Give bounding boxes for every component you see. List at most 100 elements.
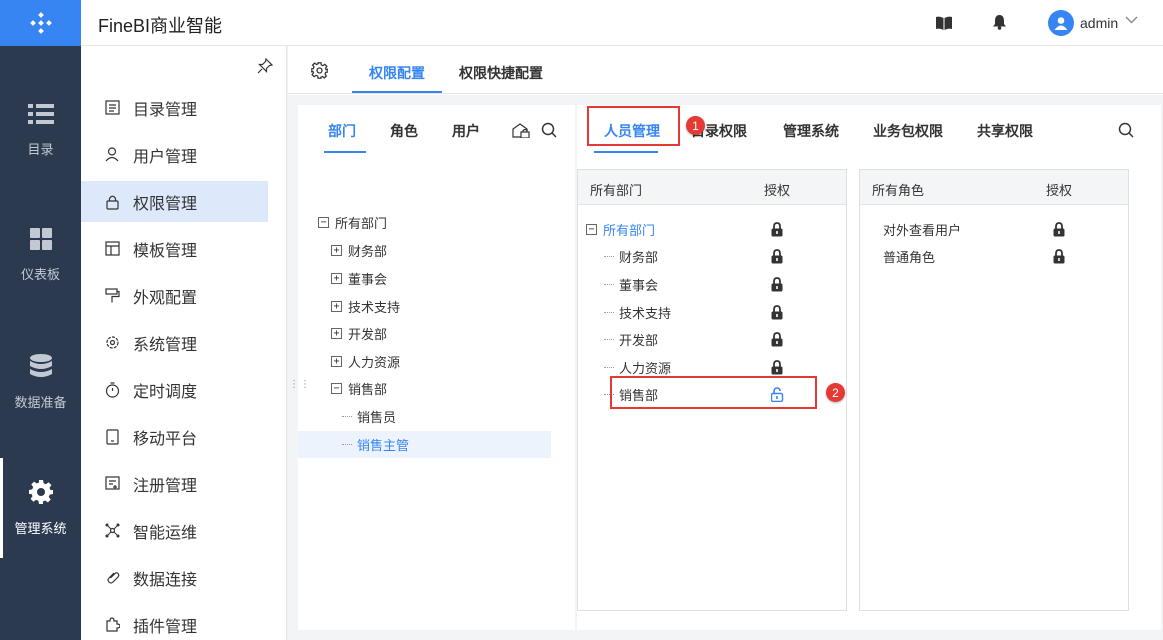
header-auth: 授权 [1046,183,1073,198]
menu-item-registration[interactable]: 注册管理 [81,463,268,504]
menu-item-data-connection[interactable]: 数据连接 [81,557,268,598]
subtab-underline [324,151,366,153]
tree-node-finance[interactable]: + 财务部 [298,237,551,264]
dept-row-dev[interactable]: 开发部 [604,326,658,353]
expand-toggle[interactable]: + [331,356,342,367]
menu-item-users[interactable]: 用户管理 [81,134,268,175]
tree-node-sales[interactable]: − 销售部 [298,375,551,402]
menu-label-users: 用户管理 [133,148,198,166]
tree-label: 销售员 [357,410,397,425]
nav-label-data-prep: 数据准备 [14,394,67,410]
menu-item-templates[interactable]: 模板管理 [81,228,268,269]
dept-row-finance[interactable]: 财务部 [604,243,658,270]
expand-toggle[interactable]: + [331,301,342,312]
avatar[interactable] [1048,10,1074,36]
tree-label: 销售部 [348,382,388,397]
menu-item-permissions[interactable]: 权限管理 [81,181,268,222]
role-row-external[interactable]: 对外查看用户 [883,216,961,243]
rtab-package-permission[interactable]: 业务包权限 [873,121,943,141]
dept-row-board[interactable]: 董事会 [604,271,658,298]
expand-toggle[interactable]: + [331,273,342,284]
menu-item-schedule[interactable]: 定时调度 [81,369,268,410]
tab-quick-config[interactable]: 权限快捷配置 [459,63,543,83]
settings-gear-icon[interactable] [311,62,328,79]
collapse-toggle[interactable]: − [318,217,329,228]
tree-connector [342,444,352,445]
menu-label-plugins: 插件管理 [133,618,198,636]
book-icon[interactable] [936,16,952,30]
tree-node-all[interactable]: − 所有部门 [298,209,551,236]
annotation-highlight-sales [610,376,817,409]
tree-connector [604,367,614,368]
dept-label: 董事会 [619,278,659,293]
nav-item-management[interactable]: 管理系统 [0,458,81,558]
role-label: 对外查看用户 [883,223,962,238]
tree-node-board[interactable]: + 董事会 [298,265,551,292]
lock-icon[interactable] [771,249,783,264]
lock-icon[interactable] [771,305,783,320]
user-icon [1054,17,1068,30]
rtab-underline [594,151,658,153]
tree-node-dev[interactable]: + 开发部 [298,320,551,347]
dept-label: 技术支持 [619,306,672,321]
annotation-highlight-personnel [587,106,680,146]
role-row-normal[interactable]: 普通角色 [883,243,935,270]
subtab-departments[interactable]: 部门 [328,121,356,141]
expand-toggle[interactable]: + [331,245,342,256]
expand-toggle[interactable]: + [331,328,342,339]
menu-label-ops: 智能运维 [133,524,198,542]
menu-item-catalog[interactable]: 目录管理 [81,87,268,128]
nav-item-catalog[interactable]: 目录 [0,80,81,180]
menu-item-appearance[interactable]: 外观配置 [81,275,268,316]
content-area: 权限配置 权限快捷配置 部门 角色 用户 − 所有部门 + 财务部 + 董事会 … [288,46,1163,640]
nav-label-catalog: 目录 [27,141,54,157]
pin-icon[interactable] [257,58,273,74]
lock-icon[interactable] [771,332,783,347]
collapse-toggle[interactable]: − [586,224,597,235]
nav-item-dashboard[interactable]: 仪表板 [0,205,81,305]
puzzle-icon [104,617,120,633]
lock-icon[interactable] [771,222,783,237]
tree-node-salesperson[interactable]: 销售员 [298,403,551,430]
search-icon[interactable] [541,122,557,138]
lock-icon[interactable] [1053,222,1065,237]
collapse-toggle[interactable]: − [331,383,342,394]
building-lock-icon[interactable] [512,122,530,138]
tab-underline [352,91,442,93]
subtab-roles[interactable]: 角色 [390,121,418,141]
menu-item-system[interactable]: 系统管理 [81,322,268,363]
lock-icon[interactable] [771,360,783,375]
rtab-management[interactable]: 管理系统 [783,121,839,141]
menu-label-templates: 模板管理 [133,242,198,260]
tree-node-tech-support[interactable]: + 技术支持 [298,293,551,320]
dept-row-tech[interactable]: 技术支持 [604,299,671,326]
user-name[interactable]: admin [1080,15,1118,31]
catalog-icon [104,100,120,116]
tree-node-sales-manager[interactable]: 销售主管 [298,431,551,458]
left-resize-handle[interactable]: ⋮⋮ [289,380,311,390]
app-logo[interactable] [0,0,81,46]
menu-item-plugins[interactable]: 插件管理 [81,604,268,640]
lock-icon[interactable] [1053,249,1065,264]
nav-item-data-prep[interactable]: 数据准备 [0,332,81,432]
menu-label-registration: 注册管理 [133,477,198,495]
header-all-roles: 所有角色 [872,183,925,198]
bell-icon[interactable] [993,15,1006,30]
menu-label-schedule: 定时调度 [133,383,198,401]
menu-item-ops[interactable]: 智能运维 [81,510,268,551]
config-tabs: 权限配置 权限快捷配置 [288,46,1163,94]
dept-row-all[interactable]: − 所有部门 [586,216,836,243]
tree-label: 人力资源 [348,355,401,370]
tree-label: 董事会 [348,272,388,287]
app-title: FineBI商业智能 [98,16,223,36]
rtab-share-permission[interactable]: 共享权限 [977,121,1033,141]
tab-permission-config[interactable]: 权限配置 [369,63,425,83]
lock-icon[interactable] [771,277,783,292]
search-icon[interactable] [1118,122,1134,138]
subtab-users[interactable]: 用户 [452,121,480,141]
tree-node-hr[interactable]: + 人力资源 [298,348,551,375]
chevron-down-icon[interactable] [1125,16,1138,24]
tree-connector [604,339,614,340]
menu-item-mobile[interactable]: 移动平台 [81,416,268,457]
dept-label: 财务部 [619,250,659,265]
